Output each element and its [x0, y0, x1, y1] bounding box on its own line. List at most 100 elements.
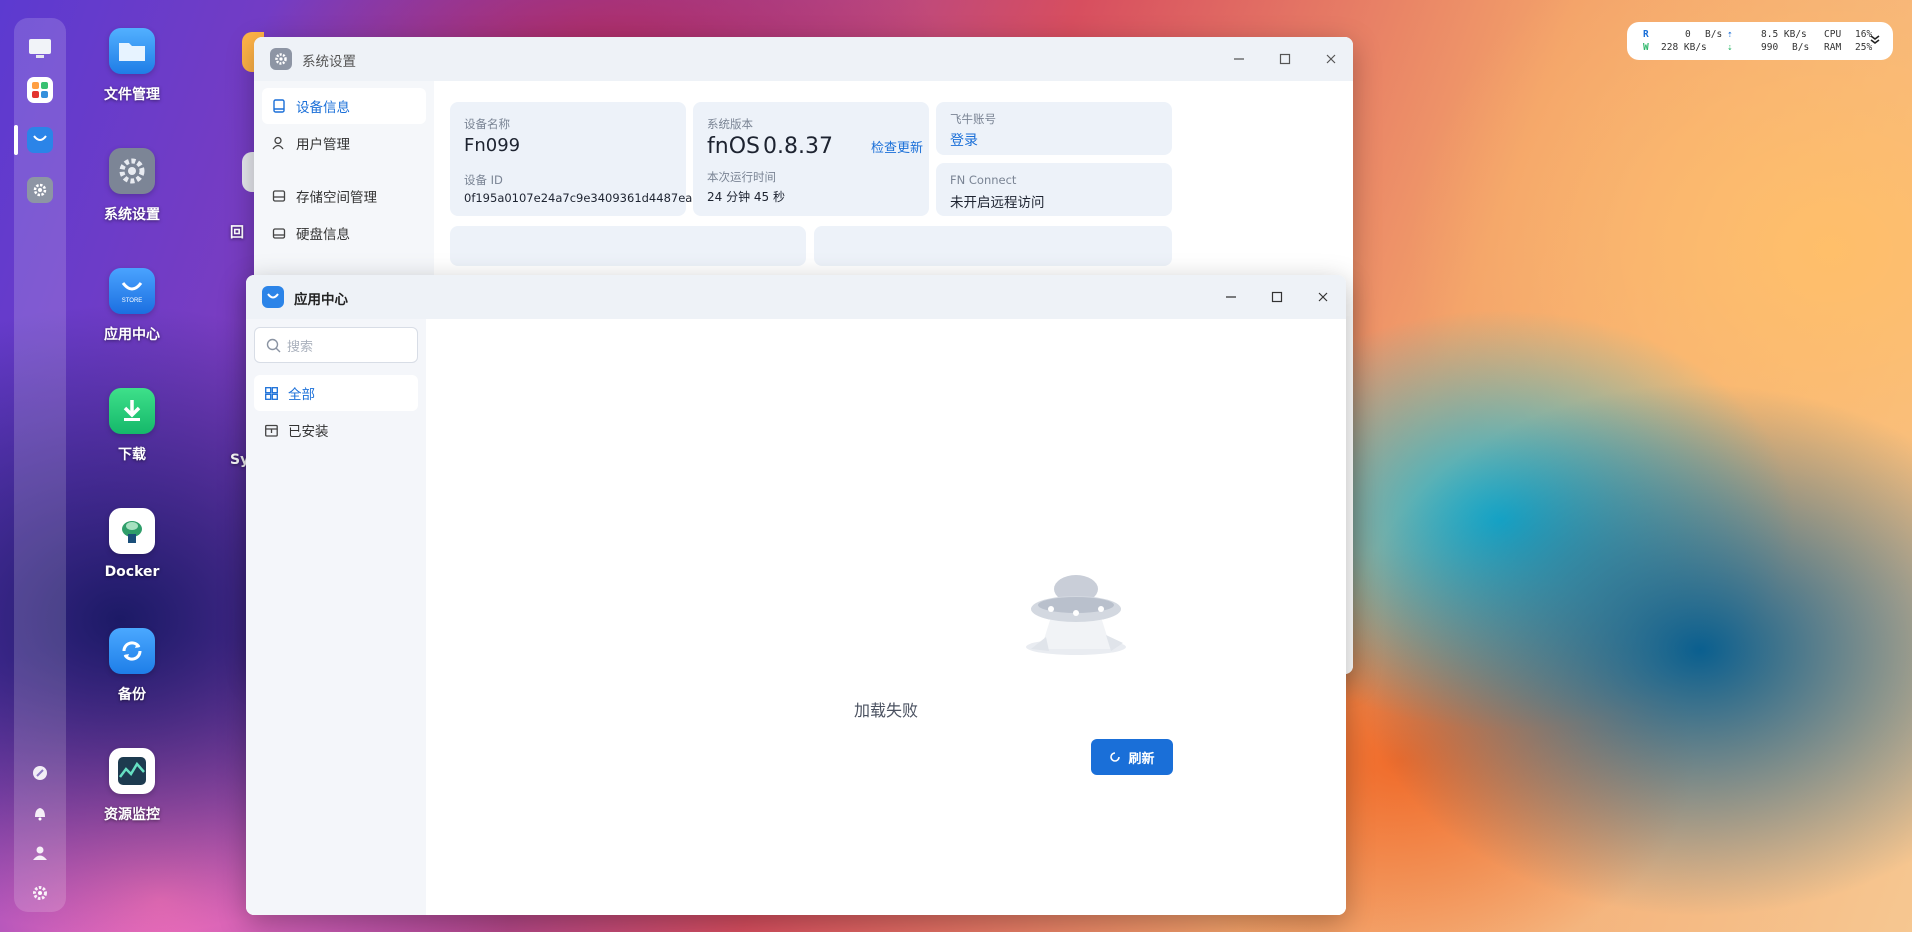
- nav-device-info[interactable]: 设备信息: [262, 88, 426, 124]
- nav-label: 存储空间管理: [296, 190, 377, 206]
- fn-connect-label: FN Connect: [950, 173, 1017, 187]
- storage-icon: [272, 189, 286, 203]
- nav-label: 全部: [288, 387, 315, 403]
- desktop-icon-label: 系统设置: [104, 207, 160, 223]
- refresh-button[interactable]: 刷新: [1091, 739, 1173, 775]
- nav-label: 用户管理: [296, 137, 350, 153]
- theme-icon[interactable]: [31, 764, 49, 782]
- desktop-icon-settings[interactable]: 系统设置: [77, 148, 187, 224]
- desktop-icon-label: 应用中心: [104, 327, 160, 343]
- user-icon: [272, 136, 286, 150]
- device-card: 设备名称 Fn099 设备 ID 0f195a0107e24a7c9e34093…: [450, 102, 722, 216]
- desktop-icon-docker[interactable]: Docker: [77, 508, 187, 580]
- version-label: 系统版本: [707, 117, 753, 131]
- download-icon: [109, 388, 155, 434]
- nav-label: 硬盘信息: [296, 227, 350, 243]
- uptime-label: 本次运行时间: [707, 170, 776, 184]
- minimize-icon[interactable]: [1229, 49, 1249, 69]
- settings-titlebar[interactable]: 系统设置: [254, 37, 1353, 81]
- device-icon: [272, 99, 286, 113]
- nav-installed[interactable]: 已安装: [254, 412, 418, 448]
- docker-icon: [109, 508, 155, 554]
- nav-all[interactable]: 全部: [254, 375, 418, 411]
- storage-card: [450, 226, 806, 266]
- apps-grid-icon[interactable]: [27, 77, 53, 103]
- system-monitor-widget[interactable]: R 0 B/s ⇡ 8.5 KB/s CPU 16% W 228 KB/s ⇣ …: [1627, 22, 1893, 60]
- write-label: W: [1643, 42, 1649, 53]
- refresh-icon: [1109, 751, 1121, 763]
- store-icon: STORE: [109, 268, 155, 314]
- write-rate: 228 KB/s: [1661, 42, 1707, 53]
- hardware-card: [814, 226, 1172, 266]
- bell-icon[interactable]: [31, 804, 49, 822]
- cpu-label: CPU: [1824, 29, 1842, 40]
- account-label: 飞牛账号: [950, 112, 996, 126]
- read-unit: B/s: [1705, 29, 1723, 40]
- svg-text:STORE: STORE: [122, 298, 143, 304]
- grid-icon: [264, 386, 278, 400]
- nav-storage-management[interactable]: 存储空间管理: [262, 178, 426, 214]
- app-center-main: 加载失败 刷新: [426, 319, 1346, 915]
- desktop-icon-label: Docker: [104, 564, 160, 580]
- settings-gear-icon[interactable]: [27, 177, 53, 203]
- close-icon[interactable]: [1313, 287, 1333, 307]
- gear-icon[interactable]: [31, 884, 49, 902]
- maximize-icon[interactable]: [1275, 49, 1295, 69]
- desktop-icon-download[interactable]: 下载: [77, 388, 187, 464]
- device-id-label: 设备 ID: [464, 173, 503, 187]
- version-card: 系统版本 fnOS 0.8.37 检查更新 本次运行时间 24 分钟 45 秒: [693, 102, 929, 216]
- refresh-label: 刷新: [1128, 751, 1155, 767]
- ram-label: RAM: [1824, 42, 1842, 53]
- gear-icon: [109, 148, 155, 194]
- check-update-link[interactable]: 检查更新: [871, 137, 923, 156]
- monitor-icon[interactable]: [27, 36, 53, 62]
- upload-rate: 8.5 KB/s: [1761, 29, 1807, 40]
- search-input[interactable]: 搜索: [254, 327, 418, 363]
- device-id-value: 0f195a0107e24a7c9e3409361d4487eadfd...: [464, 191, 722, 205]
- window-title: 应用中心: [294, 292, 348, 308]
- fn-connect-card[interactable]: FN Connect 未开启远程访问: [936, 163, 1172, 216]
- backup-icon: [109, 628, 155, 674]
- monitor-chart-icon: [109, 748, 155, 794]
- app-store-icon[interactable]: [27, 127, 53, 153]
- store-icon: [262, 286, 284, 308]
- login-link[interactable]: 登录: [950, 130, 978, 150]
- user-icon[interactable]: [31, 844, 49, 862]
- gear-icon: [270, 48, 292, 70]
- close-icon[interactable]: [1321, 49, 1341, 69]
- download-unit: B/s: [1792, 42, 1810, 53]
- desktop-icon-resource-monitor[interactable]: 资源监控: [77, 748, 187, 824]
- desktop-icon-file-manager[interactable]: 文件管理: [77, 28, 187, 104]
- maximize-icon[interactable]: [1267, 287, 1287, 307]
- fn-connect-status: 未开启远程访问: [950, 195, 1045, 211]
- disk-icon: [272, 226, 286, 240]
- app-center-titlebar[interactable]: 应用中心: [246, 275, 1346, 319]
- nav-label: 设备信息: [296, 100, 350, 116]
- download-rate: 990: [1761, 42, 1779, 53]
- os-name: fnOS: [707, 134, 760, 159]
- read-rate: 0: [1685, 29, 1691, 40]
- ufo-illustration-icon: [1011, 569, 1141, 673]
- nav-user-management[interactable]: 用户管理: [262, 125, 426, 161]
- folder-icon: [109, 28, 155, 74]
- desktop-icon-app-center[interactable]: STORE 应用中心: [77, 268, 187, 344]
- hidden-app-label: 回: [230, 225, 244, 241]
- nav-disk-info[interactable]: 硬盘信息: [262, 215, 426, 251]
- upload-arrow-icon: ⇡: [1727, 29, 1733, 40]
- uptime-value: 24 分钟 45 秒: [707, 190, 785, 204]
- search-icon: [266, 338, 281, 357]
- app-center-window: 应用中心 搜索 全部 已安装 加载失败 刷新: [246, 275, 1346, 915]
- desktop-icon-label: 文件管理: [104, 87, 160, 103]
- installed-box-icon: [264, 423, 278, 437]
- desktop-icon-backup[interactable]: 备份: [77, 628, 187, 704]
- chevron-down-icon[interactable]: [1869, 33, 1881, 49]
- window-title: 系统设置: [302, 54, 356, 70]
- minimize-icon[interactable]: [1221, 287, 1241, 307]
- account-card: 飞牛账号 登录: [936, 102, 1172, 155]
- desktop-icon-label: 备份: [118, 687, 146, 703]
- dock: [14, 18, 66, 912]
- read-label: R: [1643, 29, 1649, 40]
- load-failed-message: 加载失败: [853, 701, 918, 720]
- nav-label: 已安装: [288, 424, 329, 440]
- search-placeholder: 搜索: [287, 339, 314, 355]
